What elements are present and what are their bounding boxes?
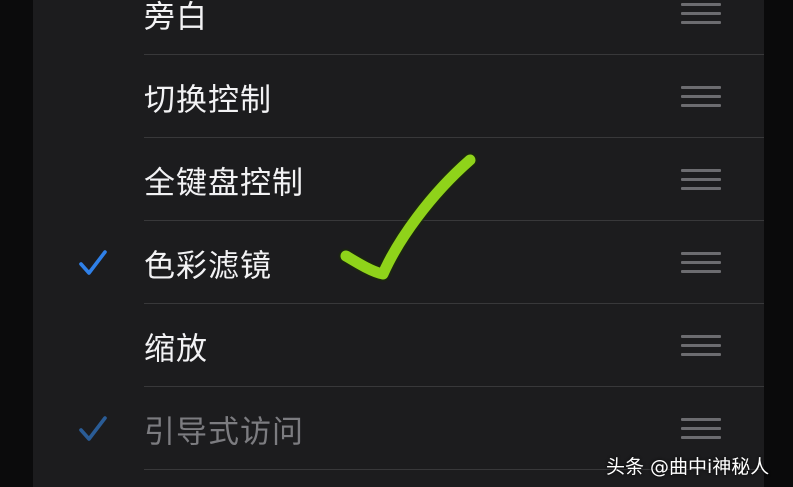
list-item-label: 引导式访问: [144, 414, 304, 450]
list-item-label: 全键盘控制: [144, 165, 304, 201]
reorder-handle-icon[interactable]: [681, 334, 721, 357]
list-item-label: 色彩滤镜: [144, 248, 272, 284]
list-item-label: 旁白: [144, 0, 208, 35]
list-item-full-keyboard-access[interactable]: 全键盘控制: [33, 138, 764, 221]
reorder-handle-icon[interactable]: [681, 168, 721, 191]
reorder-handle-icon[interactable]: [681, 2, 721, 25]
list-item-color-filters[interactable]: 色彩滤镜: [33, 221, 764, 304]
watermark-handle: @曲中i神秘人: [650, 455, 770, 478]
list-item-voiceover[interactable]: 旁白: [33, 0, 764, 55]
settings-panel: 旁白 切换控制 全键盘控制 色彩滤镜 缩放 引导式访问: [33, 0, 764, 487]
list-item-switch-control[interactable]: 切换控制: [33, 55, 764, 138]
list-item-label: 缩放: [144, 331, 208, 367]
checkmark-icon: [79, 415, 107, 441]
watermark-brand: 头条: [606, 455, 645, 478]
list-item-label: 切换控制: [144, 82, 272, 118]
reorder-handle-icon[interactable]: [681, 85, 721, 108]
watermark: 头条 @曲中i神秘人: [606, 450, 769, 480]
reorder-handle-icon[interactable]: [681, 417, 721, 440]
screen-edge: [764, 0, 793, 487]
list-item-zoom[interactable]: 缩放: [33, 304, 764, 387]
reorder-handle-icon[interactable]: [681, 251, 721, 274]
checkmark-icon: [79, 249, 107, 275]
